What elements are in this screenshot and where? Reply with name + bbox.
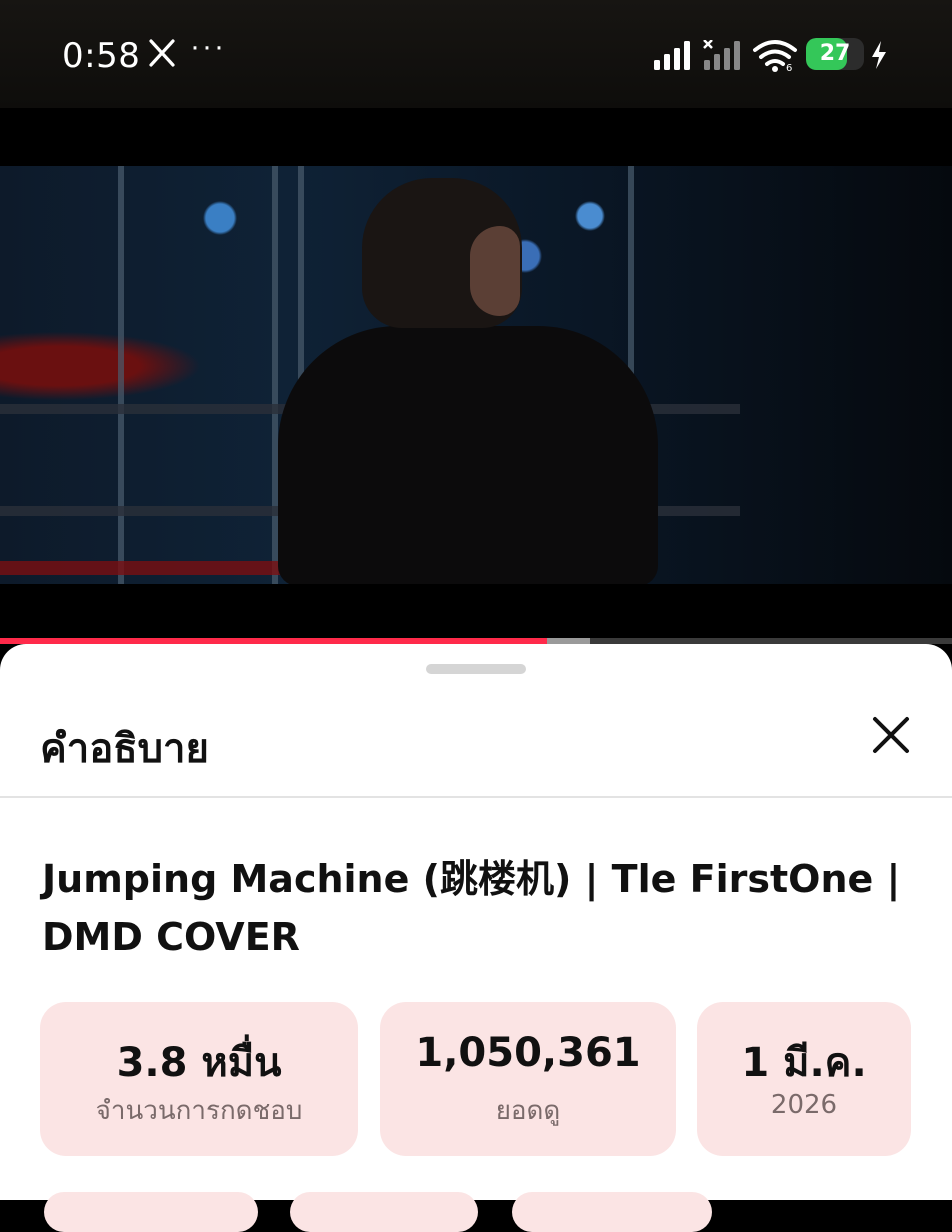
tag-chip[interactable] (512, 1192, 712, 1232)
date-stat: 1 มี.ค. 2026 (697, 1002, 911, 1156)
drag-handle[interactable] (426, 664, 526, 674)
views-value: 1,050,361 (415, 1030, 641, 1076)
svg-text:6: 6 (786, 63, 792, 72)
clock: 0:58 (62, 36, 141, 76)
likes-label: จำนวนการกดชอบ (95, 1096, 303, 1126)
date-year: 2026 (770, 1090, 838, 1120)
video-player[interactable] (0, 108, 952, 638)
person-body (278, 326, 658, 584)
video-frame[interactable] (0, 166, 952, 584)
x-app-icon (149, 39, 175, 67)
likes-stat: 3.8 หมื่น จำนวนการกดชอบ (40, 1002, 358, 1156)
battery-icon: 27 (806, 38, 864, 70)
views-label: ยอดดู (495, 1096, 561, 1126)
close-icon[interactable] (866, 710, 916, 760)
person-face (470, 226, 520, 316)
signal-icon (654, 41, 690, 70)
tag-chip[interactable] (290, 1192, 478, 1232)
views-stat: 1,050,361 ยอดดู (380, 1002, 676, 1156)
description-sheet: คำอธิบาย Jumping Machine (跳楼机) | Tle Fir… (0, 644, 952, 1232)
charging-icon (872, 41, 886, 69)
date-value: 1 มี.ค. (741, 1040, 867, 1086)
battery-level: 27 (819, 41, 851, 66)
window-frame (118, 166, 124, 584)
likes-value: 3.8 หมื่น (116, 1040, 282, 1086)
no-signal-icon (703, 40, 740, 70)
sheet-title: คำอธิบาย (40, 726, 209, 772)
video-title: Jumping Machine (跳楼机) | Tle FirstOne | D… (42, 857, 901, 959)
wifi-icon: 6 (753, 40, 797, 72)
more-notifications-icon: ··· (190, 30, 226, 63)
status-bar: 0:58 ··· 6 27 (0, 0, 952, 108)
divider (0, 796, 952, 798)
tag-chip[interactable] (44, 1192, 258, 1232)
